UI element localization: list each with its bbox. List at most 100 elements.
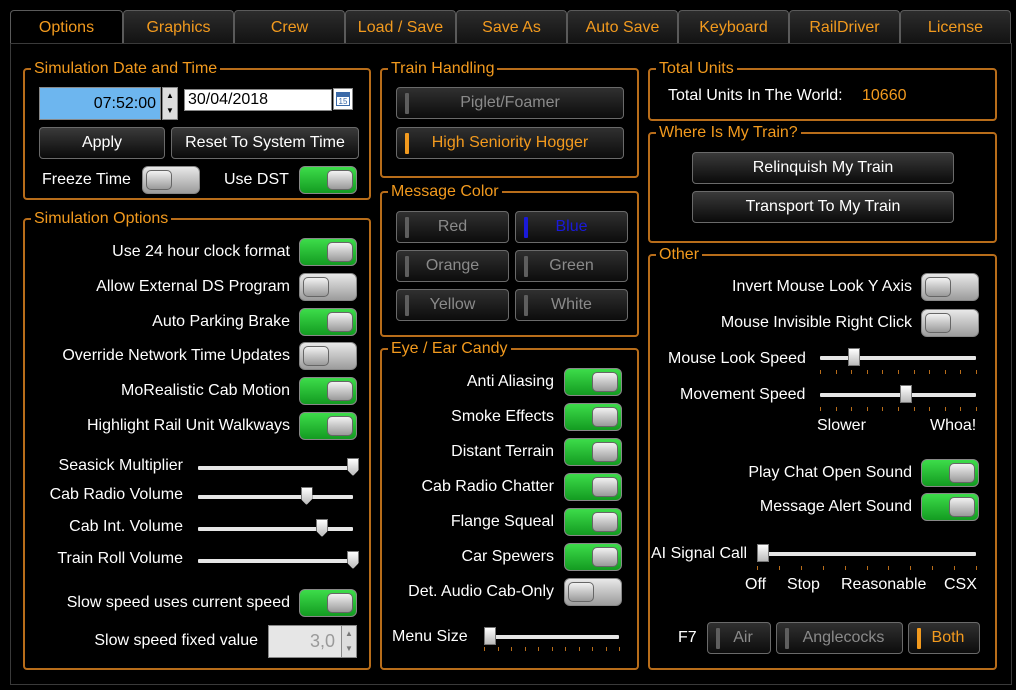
transport-to-train-button[interactable]: Transport To My Train	[692, 191, 954, 223]
eye-candy-label: Flange Squeal	[450, 513, 554, 530]
mouse-invisible-label: Mouse Invisible Right Click	[720, 314, 912, 331]
f7-air[interactable]: Air	[707, 622, 771, 654]
tab-raildriver[interactable]: RailDriver	[789, 10, 900, 44]
sim-slider-label: Seasick Multiplier	[58, 457, 183, 474]
total-units-label: Total Units In The World:	[668, 87, 843, 104]
chat-sound-label: Play Chat Open Sound	[748, 464, 912, 481]
color-green[interactable]: Green	[515, 250, 628, 282]
tab-save-as[interactable]: Save As	[456, 10, 567, 44]
look-speed-ticks	[820, 370, 977, 376]
sim-slider-label: Cab Radio Volume	[49, 486, 183, 503]
eye-candy-toggle[interactable]	[564, 508, 622, 536]
sim-volume-slider[interactable]	[198, 458, 359, 478]
color-white[interactable]: White	[515, 289, 628, 321]
sim-option-label: Allow External DS Program	[96, 277, 290, 295]
tab-keyboard[interactable]: Keyboard	[678, 10, 789, 44]
calendar-icon[interactable]: 15	[333, 88, 353, 110]
train-handling-group: Train Handling	[380, 59, 639, 178]
handling-high-seniority-hogger[interactable]: High Seniority Hogger	[396, 127, 624, 159]
slower-label: Slower	[817, 417, 866, 434]
f7-both[interactable]: Both	[908, 622, 980, 654]
tab-crew[interactable]: Crew	[234, 10, 345, 44]
color-orange[interactable]: Orange	[396, 250, 509, 282]
mouse-invisible-toggle[interactable]	[921, 309, 979, 337]
tab-load-save[interactable]: Load / Save	[345, 10, 456, 44]
eye-ear-candy-title: Eye / Ear Candy	[388, 339, 511, 359]
total-units-title: Total Units	[656, 59, 737, 79]
sim-option-toggle[interactable]	[299, 272, 357, 301]
sim-slider-label: Cab Int. Volume	[69, 518, 183, 535]
ai-scale-stop: Stop	[787, 576, 820, 593]
ai-signal-call-slider[interactable]	[757, 544, 976, 564]
menu-size-ticks	[484, 647, 620, 653]
freeze-time-toggle[interactable]	[142, 166, 200, 194]
slow-fixed-input[interactable]: 3,0	[268, 625, 342, 658]
mouse-look-speed-label: Mouse Look Speed	[668, 350, 806, 367]
alert-sound-label: Message Alert Sound	[759, 498, 912, 515]
color-blue[interactable]: Blue	[515, 211, 628, 243]
eye-candy-label: Smoke Effects	[451, 408, 554, 425]
eye-candy-label: Anti Aliasing	[466, 373, 554, 390]
tab-graphics[interactable]: Graphics	[123, 10, 234, 44]
f7-anglecocks[interactable]: Anglecocks	[776, 622, 903, 654]
time-spinner[interactable]: ▲ ▼	[162, 87, 178, 120]
chat-sound-toggle[interactable]	[921, 459, 979, 487]
use-dst-toggle[interactable]	[299, 166, 357, 194]
spin-up-icon[interactable]: ▲	[342, 626, 356, 641]
slow-fixed-value: 3,0	[309, 631, 335, 651]
whoa-label: Whoa!	[930, 417, 977, 434]
simulation-options-title: Simulation Options	[31, 209, 172, 229]
sim-volume-slider[interactable]	[198, 487, 353, 507]
sim-option-toggle[interactable]	[299, 307, 357, 336]
tab-options[interactable]: Options	[10, 10, 123, 44]
color-red[interactable]: Red	[396, 211, 509, 243]
date-time-title: Simulation Date and Time	[31, 59, 221, 79]
eye-candy-label: Distant Terrain	[451, 443, 554, 460]
movement-speed-slider[interactable]	[820, 385, 976, 405]
sim-option-label: Use 24 hour clock format	[112, 243, 290, 260]
eye-candy-toggle[interactable]	[564, 368, 622, 396]
mouse-look-speed-slider[interactable]	[820, 348, 976, 368]
tab-license[interactable]: License	[900, 10, 1011, 44]
sim-volume-slider[interactable]	[198, 551, 359, 571]
sim-option-toggle[interactable]	[299, 238, 357, 266]
eye-candy-toggle[interactable]	[564, 578, 622, 606]
eye-candy-toggle[interactable]	[564, 543, 622, 571]
handling-piglet-foamer[interactable]: Piglet/Foamer	[396, 87, 624, 119]
color-yellow[interactable]: Yellow	[396, 289, 509, 321]
sim-option-label: Auto Parking Brake	[152, 312, 290, 330]
reset-system-time-button[interactable]: Reset To System Time	[171, 127, 359, 159]
eye-candy-toggle[interactable]	[564, 473, 622, 501]
menu-size-slider[interactable]	[484, 627, 619, 647]
slow-fixed-spinner[interactable]: ▲ ▼	[341, 625, 357, 658]
sim-option-toggle[interactable]	[299, 377, 357, 406]
where-is-my-train-group: Where Is My Train?	[648, 123, 997, 243]
tab-auto-save[interactable]: Auto Save	[567, 10, 678, 44]
sim-option-label: Override Network Time Updates	[62, 347, 290, 365]
message-color-title: Message Color	[388, 182, 502, 202]
spin-down-icon[interactable]: ▼	[163, 103, 177, 118]
sim-option-label: Highlight Rail Unit Walkways	[86, 417, 290, 434]
spin-up-icon[interactable]: ▲	[163, 88, 177, 103]
sim-option-toggle[interactable]	[299, 412, 357, 440]
spin-down-icon[interactable]: ▼	[342, 641, 356, 656]
eye-candy-toggle[interactable]	[564, 403, 622, 431]
sim-volume-slider[interactable]	[198, 519, 353, 539]
movement-speed-label: Movement Speed	[680, 386, 806, 403]
eye-candy-label: Car Spewers	[461, 548, 554, 565]
where-is-my-train-title: Where Is My Train?	[656, 123, 801, 143]
other-title: Other	[656, 245, 703, 265]
apply-button[interactable]: Apply	[39, 127, 165, 159]
time-input[interactable]: 07:52:00	[39, 87, 161, 120]
date-input[interactable]: 30/04/2018	[184, 89, 332, 111]
eye-candy-toggle[interactable]	[564, 438, 622, 466]
alert-sound-toggle[interactable]	[921, 493, 979, 521]
f7-label: F7	[678, 629, 697, 646]
slow-speed-toggle[interactable]	[299, 589, 357, 617]
ai-signal-ticks	[757, 566, 977, 572]
relinquish-train-button[interactable]: Relinquish My Train	[692, 152, 954, 184]
invert-mouse-toggle[interactable]	[921, 273, 979, 301]
slow-fixed-label: Slow speed fixed value	[94, 632, 258, 649]
freeze-time-label: Freeze Time	[42, 171, 131, 188]
sim-option-toggle[interactable]	[299, 342, 357, 371]
